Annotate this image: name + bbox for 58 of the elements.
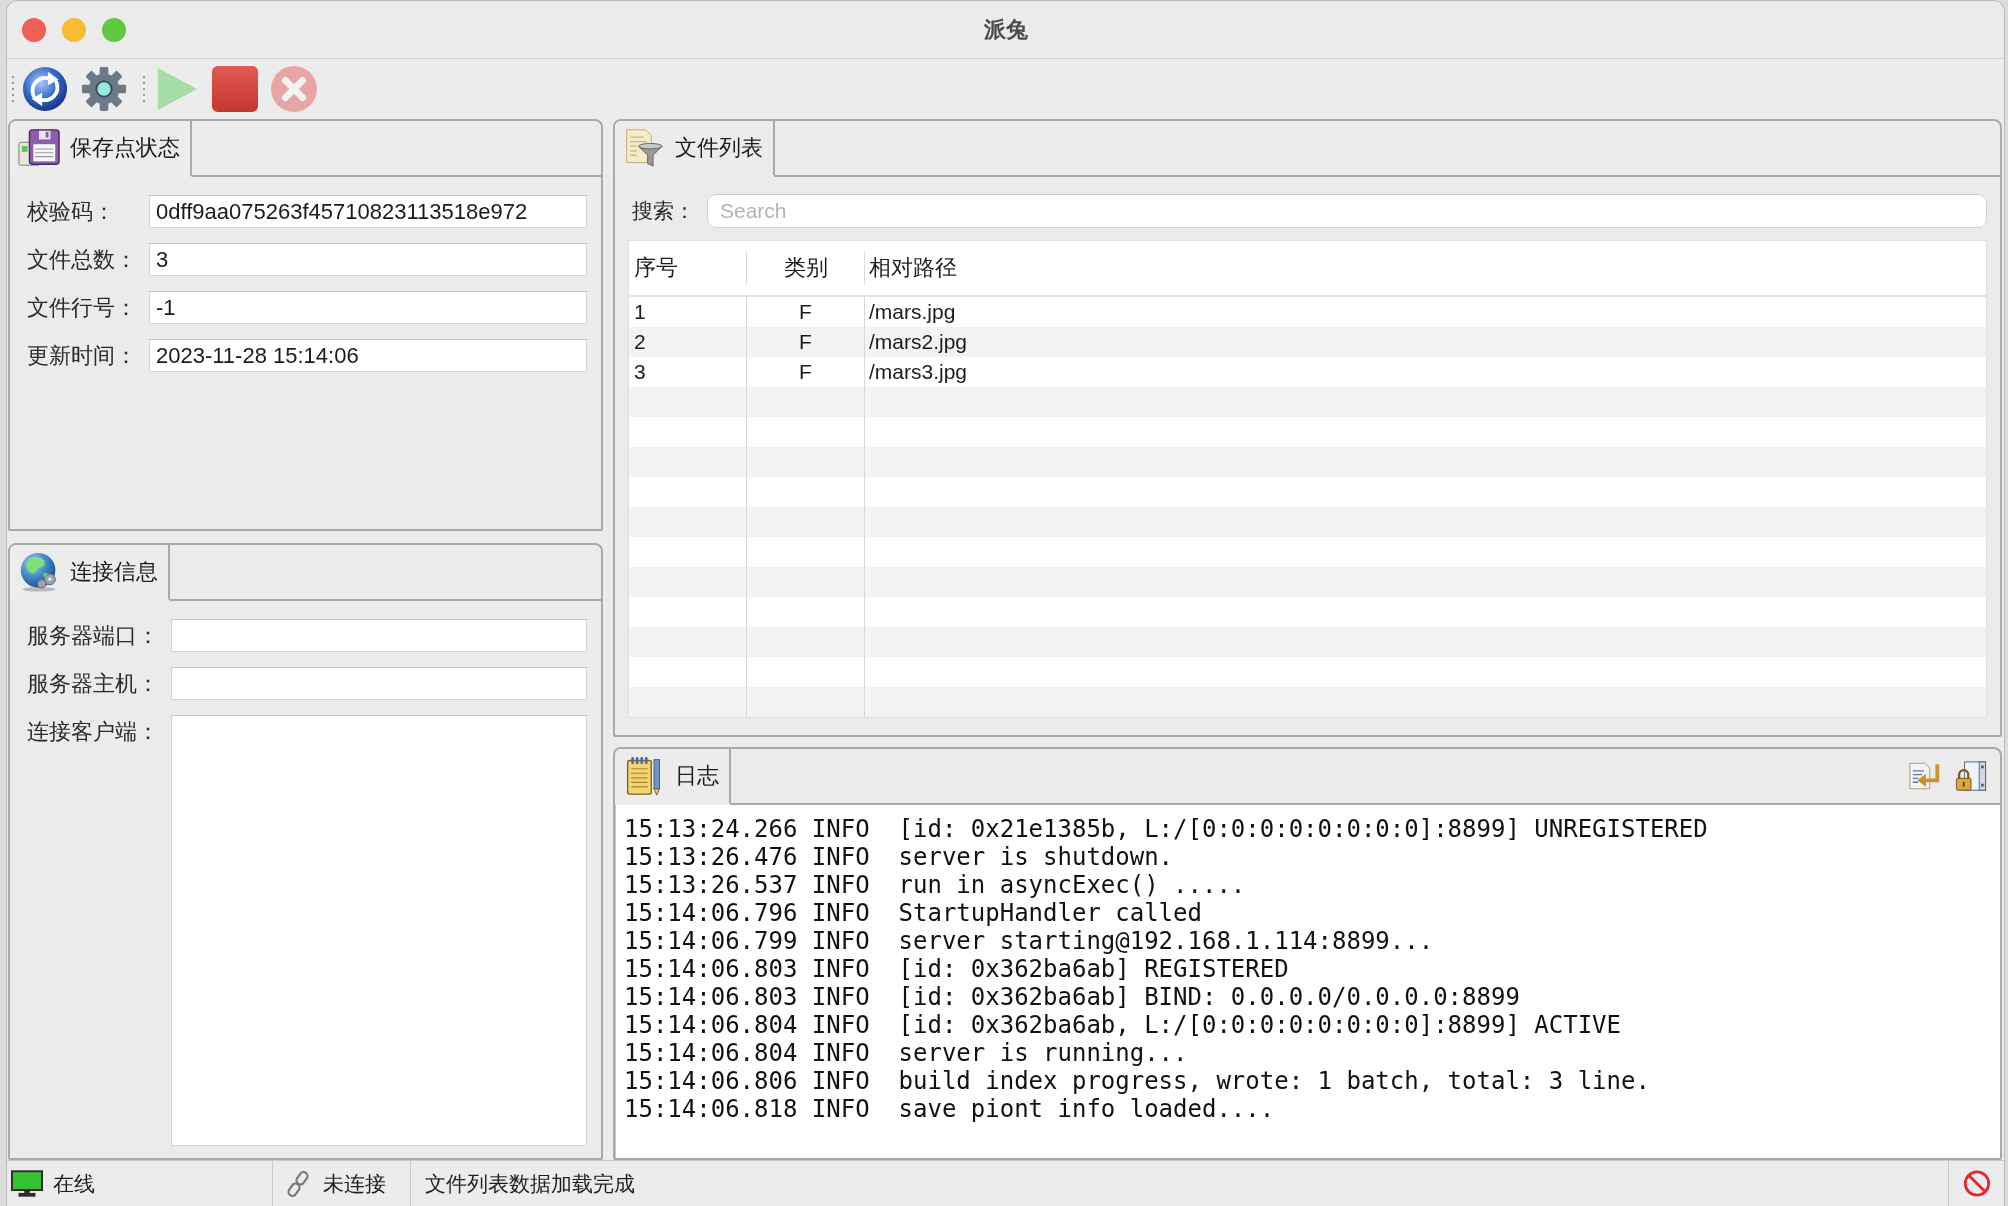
field-label: 连接客户端： (27, 718, 159, 746)
table-cell-text: /mars2.jpg (868, 329, 969, 355)
log-line: 15:14:06.799 INFO server starting@192.168.1.114:8899... (624, 927, 1434, 955)
close-icon (271, 66, 317, 112)
table-cell-text: /mars.jpg (868, 299, 957, 325)
table-row[interactable]: 2 F /mars2.jpg (629, 327, 1986, 357)
field-label: 校验码： (27, 197, 116, 226)
search-label: 搜索： (632, 198, 695, 224)
log-line: 15:14:06.804 INFO [id: 0x362ba6ab, L:/[0:0:0:0:0:0:0:0]:8899] ACTIVE (624, 1011, 1621, 1039)
text-field[interactable] (171, 619, 587, 652)
text-field[interactable]: 2023-11-28 15:14:06 (149, 339, 587, 372)
field-label: 服务器主机： (27, 669, 159, 698)
text-field[interactable]: -1 (149, 291, 587, 324)
tab[interactable]: 文件列表 (615, 121, 775, 177)
floppy-disk-icon (18, 128, 60, 168)
log-line: 15:14:06.803 INFO [id: 0x362ba6ab] REGISTERED (624, 955, 1289, 983)
stop-icon (212, 66, 258, 112)
tab[interactable]: 连接信息 (10, 545, 170, 601)
log-line: 15:13:24.266 INFO [id: 0x21e1385b, L:/[0:0:0:0:0:0:0:0]:8899] UNREGISTERED (624, 815, 1708, 843)
window-zoom-button[interactable] (102, 17, 126, 42)
log-line: 15:14:06.804 INFO server is running... (624, 1039, 1188, 1067)
table-cell-text: /mars3.jpg (868, 359, 969, 385)
stop-button[interactable] (212, 66, 258, 112)
log-line: 15:14:06.806 INFO build index progress, wrote: 1 batch, total: 3 line. (624, 1067, 1650, 1095)
text-field[interactable] (171, 667, 587, 700)
text-field[interactable]: 0dff9aa075263f45710823113518e972 (149, 195, 587, 228)
column-header[interactable]: 序号 (629, 241, 747, 295)
status-text: 文件列表数据加载完成 (425, 1170, 635, 1197)
monitor-icon (11, 1170, 43, 1197)
settings-button[interactable] (81, 66, 127, 112)
log-line: 15:13:26.476 INFO server is shutdown. (624, 843, 1174, 871)
window-close-button[interactable] (22, 17, 46, 42)
log-line: 15:14:06.818 INFO save piont info loaded.... (624, 1095, 1275, 1123)
padlock-icon[interactable] (1954, 760, 1988, 792)
field-label: 文件总数： (27, 245, 137, 274)
log-line: 15:14:06.803 INFO [id: 0x362ba6ab] BIND: 0.0.0.0/0.0.0.0:8899 (624, 983, 1520, 1011)
field-label: 服务器端口： (27, 621, 159, 650)
log-line: 15:13:26.537 INFO run in asyncExec() ..... (624, 871, 1246, 899)
text-area[interactable] (171, 715, 587, 1146)
column-header[interactable]: 类别 (747, 241, 865, 295)
document-return-icon[interactable] (1908, 760, 1942, 792)
status-text: 未连接 (323, 1170, 386, 1197)
refresh-button[interactable] (22, 66, 68, 112)
gear-icon (81, 66, 127, 112)
field-label: 文件行号： (27, 293, 137, 322)
table-cell: F (747, 327, 865, 357)
refresh-icon (22, 66, 68, 112)
window-title: 派兔 (983, 15, 1028, 44)
log-line: 15:14:06.796 INFO StartupHandler called (624, 899, 1202, 927)
column-header[interactable]: 相对路径 (865, 241, 1986, 295)
table-cell: 2 (629, 327, 747, 357)
document-funnel-icon (623, 128, 665, 168)
field-label: 更新时间： (27, 341, 137, 370)
window-minimize-button[interactable] (62, 17, 86, 42)
text-field[interactable]: 3 (149, 243, 587, 276)
tab[interactable]: 保存点状态 (10, 121, 192, 177)
tab[interactable]: 日志 (615, 749, 731, 805)
status-text: 在线 (53, 1170, 95, 1197)
